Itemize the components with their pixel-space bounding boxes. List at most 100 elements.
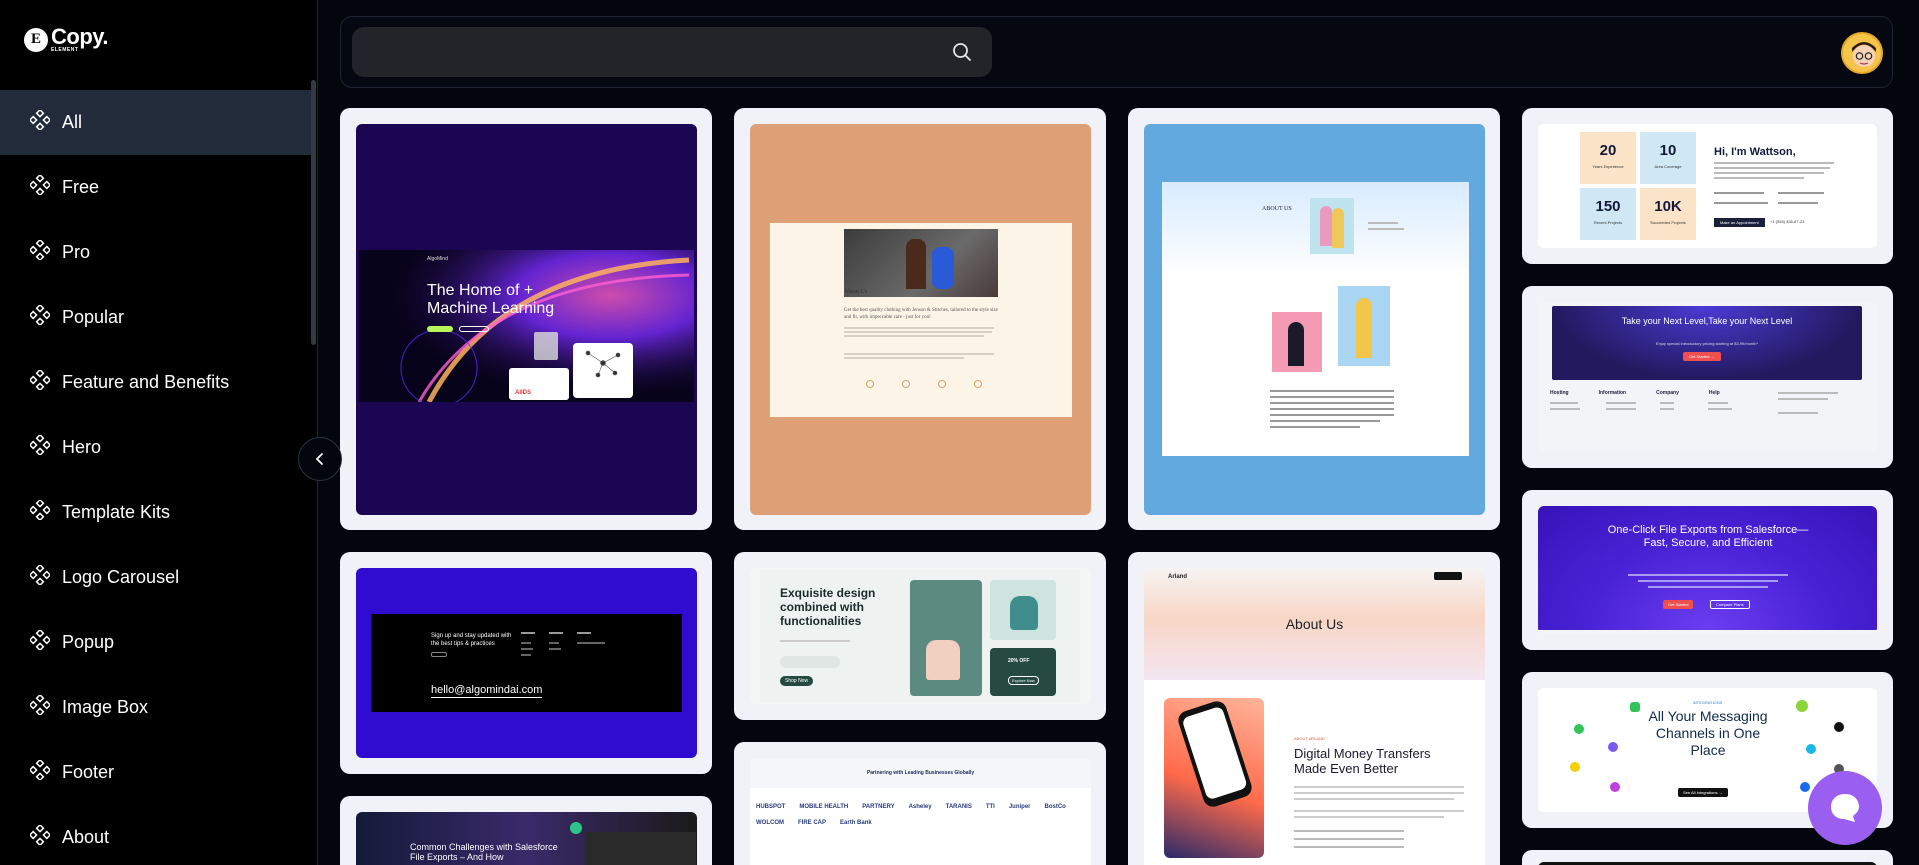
category-icon [28,823,52,850]
sidebar: E Copy. ELEMENT All Free Pro Popular Feature… [0,0,318,865]
stat-box: 10K Succeeded Projects [1640,188,1696,240]
partner-logo: Juniper [1008,804,1031,810]
category-icon [28,303,52,330]
thumbnail: Arland About Us ABOUT ARLAND Digital Mon… [1144,568,1485,865]
brand-name: Copy. [51,24,108,49]
sidebar-scrollbar[interactable] [311,80,316,345]
sidebar-item-label: Free [62,177,100,197]
sidebar-item-popup[interactable]: Popup [0,610,312,675]
ml-hero-title: The Home of + Machine Learning [427,282,555,317]
category-icon [28,173,52,200]
partner-logo: Earth Bank [840,820,872,826]
messaging-heading: All Your Messaging Channels in One Place [1648,708,1768,758]
partner-logo-grid: HUBSPOT MOBILE HEALTH PARTNERY Asheley TARAN… [756,804,1086,854]
stats-grid: 20 Years Experience 10 Area Coverage 150 Rece… [1580,132,1702,240]
template-card-partial[interactable] [1522,850,1893,865]
partner-logo: Asheley [908,804,932,810]
template-card-ml-hero[interactable]: The Home of + Machine Learning AlgoMind … [340,108,712,530]
sidebar-item-template-kits[interactable]: Template Kits [0,480,312,545]
sidebar-item-label: Popup [62,632,115,652]
arland-brand: Arland [1168,574,1188,580]
partner-logo: WOLCOM [756,820,784,826]
thumbnail: Take your Next Level,Take your Next Leve… [1538,302,1877,452]
sidebar-item-logo-carousel[interactable]: Logo Carousel [0,545,312,610]
stat-box: 20 Years Experience [1580,132,1636,184]
category-icon [28,563,52,590]
template-card-newsletter[interactable]: Sign up and stay updated with the best t… [340,552,712,774]
sidebar-item-footer[interactable]: Footer [0,740,312,805]
brand-logo[interactable]: E Copy. ELEMENT [24,26,108,53]
sidebar-item-about[interactable]: About [0,805,312,865]
newsletter-email: hello@algomindai.com [431,684,543,698]
search-icon[interactable] [950,40,974,64]
footer-col-heading: Company [1656,390,1679,396]
sidebar-item-label: All [62,112,83,132]
sidebar-item-label: Logo Carousel [62,567,180,587]
template-card-challenges[interactable]: Common Challenges with Salesforce File E… [340,796,712,865]
template-card-salesforce[interactable]: One-Click File Exports from Salesforce—F… [1522,490,1893,650]
thumbnail: ABOUT US [1144,124,1485,515]
stat-box: 10 Area Coverage [1640,132,1696,184]
stats-heading: Hi, I'm Wattson, [1714,146,1796,158]
thumbnail: Partnering with Leading Businesses Globa… [750,758,1091,865]
category-icon [28,238,52,265]
category-icon [28,498,52,525]
category-icon [28,693,52,720]
search-box [352,27,992,77]
template-card-fashion-about[interactable]: About Us Get the best quality clothing w… [734,108,1106,530]
partner-logo: TARANIS [945,804,972,810]
chat-bubble-icon [1831,794,1859,822]
partner-logo: PARTNERY [862,804,895,810]
sidebar-item-label: Footer [62,762,115,782]
collapse-sidebar-button[interactable] [298,437,342,481]
sidebar-item-image-box[interactable]: Image Box [0,675,312,740]
template-card-stats[interactable]: 20 Years Experience 10 Area Coverage 150 Rece… [1522,108,1893,264]
sidebar-item-label: Popular [62,307,125,327]
sidebar-item-free[interactable]: Free [0,155,312,220]
exquisite-heading: Exquisite design combined with functiona… [780,586,876,628]
category-icon [28,758,52,785]
footer-col-heading: Hosting [1550,390,1569,396]
search-input[interactable] [352,27,992,77]
template-card-exquisite[interactable]: Exquisite design combined with functiona… [734,552,1106,720]
footer-col-heading: Help [1708,390,1720,396]
newsletter-heading: Sign up and stay updated with the best t… [431,633,512,647]
sidebar-item-all[interactable]: All [0,90,312,155]
logo-mark: E [24,27,48,52]
brand-sub: ELEMENT [51,47,79,53]
sidebar-item-hero[interactable]: Hero [0,415,312,480]
sidebar-item-label: About [62,827,110,847]
partner-logo: TTI [985,804,995,810]
template-card-next-level[interactable]: Take your Next Level,Take your Next Leve… [1522,286,1893,468]
thumbnail: Exquisite design combined with functiona… [750,568,1091,704]
category-icon [28,368,52,395]
partner-logo: HUBSPOT [756,804,786,810]
thumbnail: 20 Years Experience 10 Area Coverage 150 Rece… [1538,124,1877,248]
sidebar-item-label: Pro [62,242,91,262]
category-icon [28,108,52,135]
chat-button[interactable] [1808,771,1882,845]
category-nav: All Free Pro Popular Feature and Benefits Her… [0,90,312,865]
sidebar-item-label: Template Kits [62,502,171,522]
ml-brand: AlgoMind [427,256,448,262]
thumbnail: Common Challenges with Salesforce File E… [356,812,697,865]
blue-about-heading: ABOUT US [1262,206,1292,212]
sidebar-item-pro[interactable]: Pro [0,220,312,285]
partner-logo: FIRE CAP [798,820,827,826]
template-card-partners[interactable]: Partnering with Leading Businesses Globa… [734,742,1106,865]
arland-title: Digital Money Transfers Made Even Better [1294,746,1431,776]
sidebar-item-label: Hero [62,437,102,457]
user-avatar[interactable] [1841,32,1883,74]
thumbnail: About Us Get the best quality clothing w… [750,124,1091,515]
category-icon [28,433,52,460]
arland-heading: About Us [1285,616,1344,632]
sidebar-item-feature-and-benefits[interactable]: Feature and Benefits [0,350,312,415]
sidebar-item-popular[interactable]: Popular [0,285,312,350]
thumbnail: Sign up and stay updated with the best t… [356,568,697,758]
top-bar [340,16,1893,88]
template-card-arland[interactable]: Arland About Us ABOUT ARLAND Digital Mon… [1128,552,1500,865]
partners-heading: Partnering with Leading Businesses Globa… [866,770,975,776]
template-card-blue-about[interactable]: ABOUT US [1128,108,1500,530]
thumbnail: The Home of + Machine Learning AlgoMind … [356,124,697,515]
partner-logo: MOBILE HEALTH [799,804,849,810]
